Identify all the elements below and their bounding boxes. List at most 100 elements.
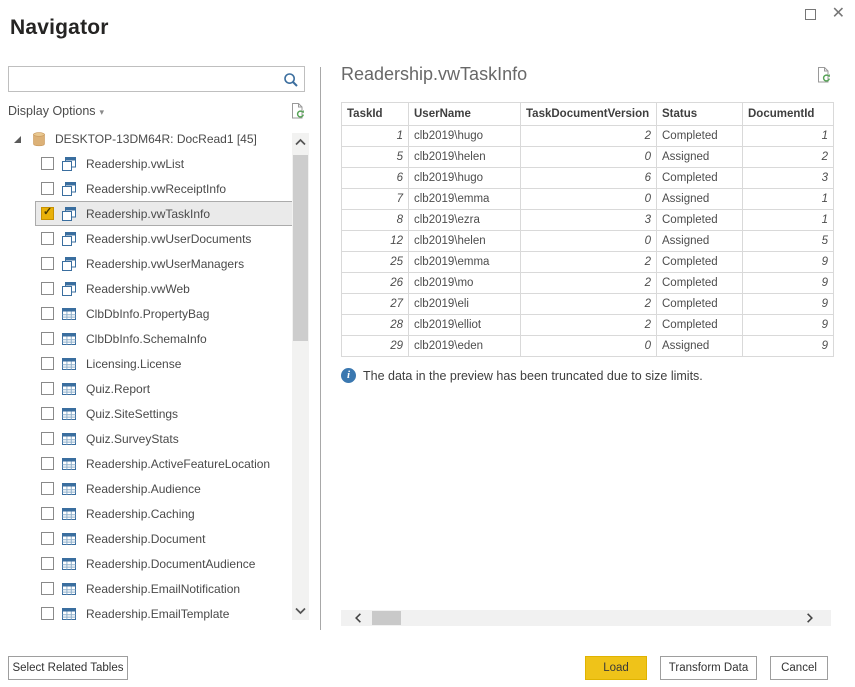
tree-item-label: Readership.vwUserManagers: [86, 257, 244, 271]
cell: Assigned: [657, 189, 743, 210]
table-row: 1clb2019\hugo2Completed1: [342, 126, 834, 147]
cell: 2: [743, 147, 834, 168]
checkbox[interactable]: [41, 157, 54, 170]
tree-item-vwusermanagers[interactable]: Readership.vwUserManagers: [35, 251, 297, 276]
cell: 27: [342, 294, 409, 315]
tree-item-audience[interactable]: Readership.Audience: [35, 476, 297, 501]
tree-vertical-scrollbar[interactable]: [292, 133, 309, 620]
tree-item-label: Readership.EmailTemplate: [86, 607, 229, 621]
checkbox[interactable]: [41, 407, 54, 420]
horizontal-scroll-thumb[interactable]: [372, 611, 401, 625]
table-row: 5clb2019\helen0Assigned2: [342, 147, 834, 168]
tree-item-label: Readership.vwReceiptInfo: [86, 182, 226, 196]
load-button[interactable]: Load: [585, 656, 647, 680]
tree-item-vwtaskinfo-selected[interactable]: ✓ Readership.vwTaskInfo: [35, 201, 297, 226]
select-related-tables-button[interactable]: Select Related Tables: [8, 656, 128, 680]
table-row: 25clb2019\emma2Completed9: [342, 252, 834, 273]
preview-title: Readership.vwTaskInfo: [341, 64, 527, 85]
cell: 2: [521, 273, 657, 294]
tree-item-label: Readership.ActiveFeatureLocation: [86, 457, 270, 471]
checkbox[interactable]: [41, 532, 54, 545]
tree-item-surveystats[interactable]: Quiz.SurveyStats: [35, 426, 297, 451]
checkbox[interactable]: [41, 582, 54, 595]
search-icon: [283, 72, 299, 88]
tree-item-vwlist[interactable]: Readership.vwList: [35, 151, 297, 176]
refresh-preview-icon[interactable]: [813, 64, 833, 86]
tree-item-activefeaturelocation[interactable]: Readership.ActiveFeatureLocation: [35, 451, 297, 476]
display-options-dropdown[interactable]: Display Options▾: [8, 104, 104, 118]
checkbox[interactable]: [41, 557, 54, 570]
tree-item-vwuserdocuments[interactable]: Readership.vwUserDocuments: [35, 226, 297, 251]
view-icon: [61, 181, 77, 197]
search-input[interactable]: [13, 68, 278, 90]
cell: 5: [342, 147, 409, 168]
checkbox[interactable]: [41, 382, 54, 395]
tree-item-schemainfo[interactable]: ClbDbInfo.SchemaInfo: [35, 326, 297, 351]
cell: 9: [743, 252, 834, 273]
tree-item-label: Readership.vwTaskInfo: [86, 207, 210, 221]
cell: clb2019\hugo: [409, 126, 521, 147]
scroll-down-icon[interactable]: [293, 603, 308, 618]
cell: clb2019\ezra: [409, 210, 521, 231]
expand-collapse-icon[interactable]: [14, 136, 21, 143]
maximize-icon[interactable]: [805, 9, 816, 20]
checkbox[interactable]: [41, 432, 54, 445]
checkbox[interactable]: [41, 332, 54, 345]
table-icon: [61, 356, 77, 372]
cell: 3: [743, 168, 834, 189]
cell: Completed: [657, 315, 743, 336]
tree-item-caching[interactable]: Readership.Caching: [35, 501, 297, 526]
vertical-scroll-thumb[interactable]: [293, 155, 308, 341]
tree-item-license[interactable]: Licensing.License: [35, 351, 297, 376]
tree-item-vwreceiptinfo[interactable]: Readership.vwReceiptInfo: [35, 176, 297, 201]
table-icon: [61, 456, 77, 472]
scroll-right-icon[interactable]: [802, 611, 817, 625]
cancel-button[interactable]: Cancel: [770, 656, 828, 680]
table-icon: [61, 531, 77, 547]
tree-root-database[interactable]: DESKTOP-13DM64R: DocRead1 [45]: [8, 127, 298, 151]
tree-item-quiz-report[interactable]: Quiz.Report: [35, 376, 297, 401]
checkbox[interactable]: [41, 507, 54, 520]
table-row: 7clb2019\emma0Assigned1: [342, 189, 834, 210]
cell: 6: [342, 168, 409, 189]
truncation-message: The data in the preview has been truncat…: [363, 369, 703, 383]
cell: Completed: [657, 273, 743, 294]
table-icon: [61, 331, 77, 347]
tree-item-document[interactable]: Readership.Document: [35, 526, 297, 551]
tree-item-sitesettings[interactable]: Quiz.SiteSettings: [35, 401, 297, 426]
cell: 2: [521, 294, 657, 315]
tree-item-vwweb[interactable]: Readership.vwWeb: [35, 276, 297, 301]
table-icon: [61, 431, 77, 447]
scroll-up-icon[interactable]: [293, 135, 308, 150]
tree-item-documentaudience[interactable]: Readership.DocumentAudience: [35, 551, 297, 576]
preview-horizontal-scrollbar[interactable]: [341, 610, 831, 626]
cell: Completed: [657, 294, 743, 315]
checkbox-checked[interactable]: ✓: [41, 207, 54, 220]
view-icon: [61, 231, 77, 247]
tree-item-emailnotification[interactable]: Readership.EmailNotification: [35, 576, 297, 601]
cell: 1: [743, 189, 834, 210]
checkbox[interactable]: [41, 457, 54, 470]
transform-data-button[interactable]: Transform Data: [660, 656, 757, 680]
scroll-left-icon[interactable]: [351, 611, 366, 625]
view-icon: [61, 156, 77, 172]
cell: clb2019\mo: [409, 273, 521, 294]
checkbox[interactable]: [41, 182, 54, 195]
checkbox[interactable]: [41, 232, 54, 245]
checkbox[interactable]: [41, 257, 54, 270]
tree-item-propertybag[interactable]: ClbDbInfo.PropertyBag: [35, 301, 297, 326]
checkbox[interactable]: [41, 282, 54, 295]
checkbox[interactable]: [41, 357, 54, 370]
checkbox[interactable]: [41, 482, 54, 495]
cell: clb2019\eli: [409, 294, 521, 315]
checkbox[interactable]: [41, 607, 54, 620]
close-icon[interactable]: ✕: [832, 7, 845, 21]
column-header-taskdocumentversion: TaskDocumentVersion: [521, 103, 657, 126]
search-box[interactable]: [8, 66, 305, 92]
refresh-preview-icon[interactable]: [287, 100, 307, 122]
cell: 1: [743, 210, 834, 231]
table-row: 12clb2019\helen0Assigned5: [342, 231, 834, 252]
tree-item-emailtemplate[interactable]: Readership.EmailTemplate: [35, 601, 297, 626]
cell: Assigned: [657, 147, 743, 168]
checkbox[interactable]: [41, 307, 54, 320]
